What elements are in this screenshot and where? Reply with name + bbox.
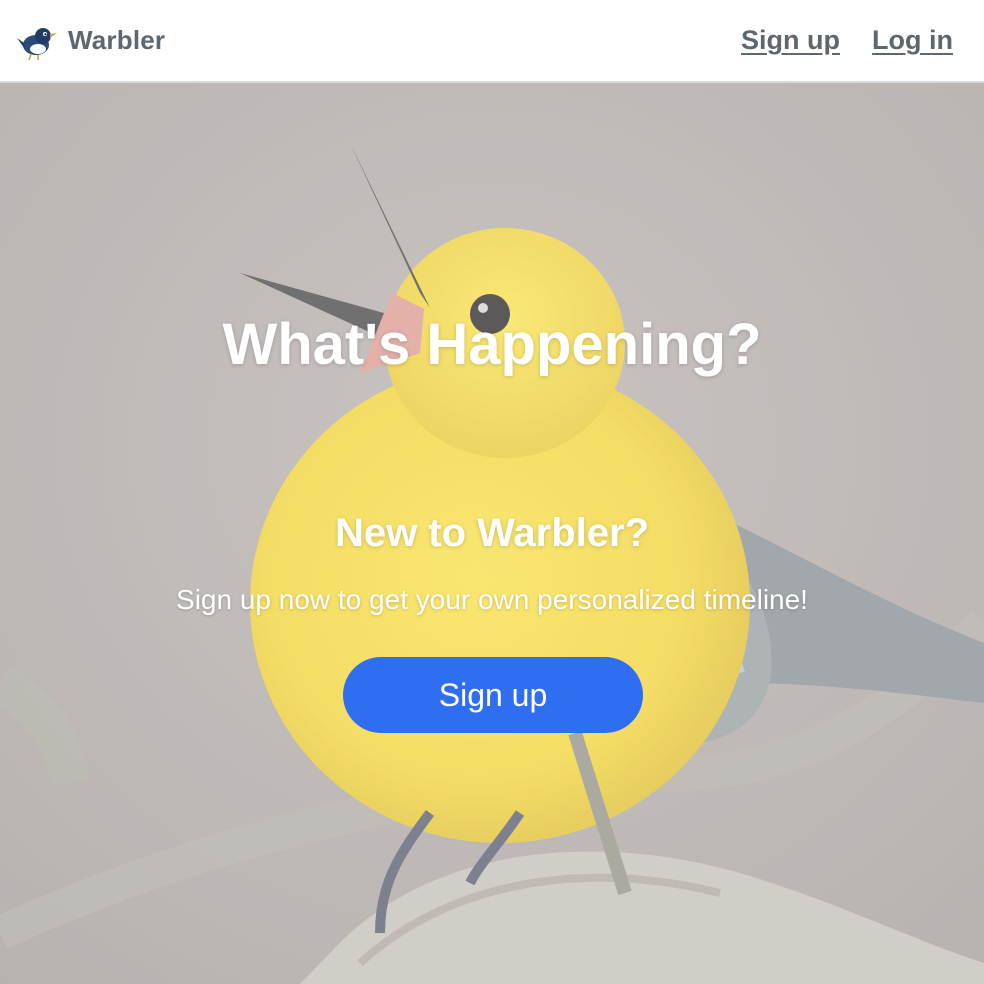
nav-links: Sign up Log in xyxy=(741,25,953,56)
bird-logo-icon xyxy=(17,27,57,60)
hero-subtitle: New to Warbler? xyxy=(334,511,650,555)
signup-link[interactable]: Sign up xyxy=(741,25,840,56)
signup-button[interactable]: Sign up xyxy=(343,657,643,733)
brand-name: Warbler xyxy=(68,25,166,55)
login-link[interactable]: Log in xyxy=(872,25,953,56)
navbar: Warbler Sign up Log in xyxy=(0,0,984,83)
hero-text: Sign up now to get your own personalized… xyxy=(176,584,808,615)
hero-title: What's Happening? xyxy=(222,312,762,377)
hero: What's Happening? New to Warbler? Sign u… xyxy=(0,83,984,984)
brand-link[interactable]: Warbler xyxy=(16,21,165,61)
